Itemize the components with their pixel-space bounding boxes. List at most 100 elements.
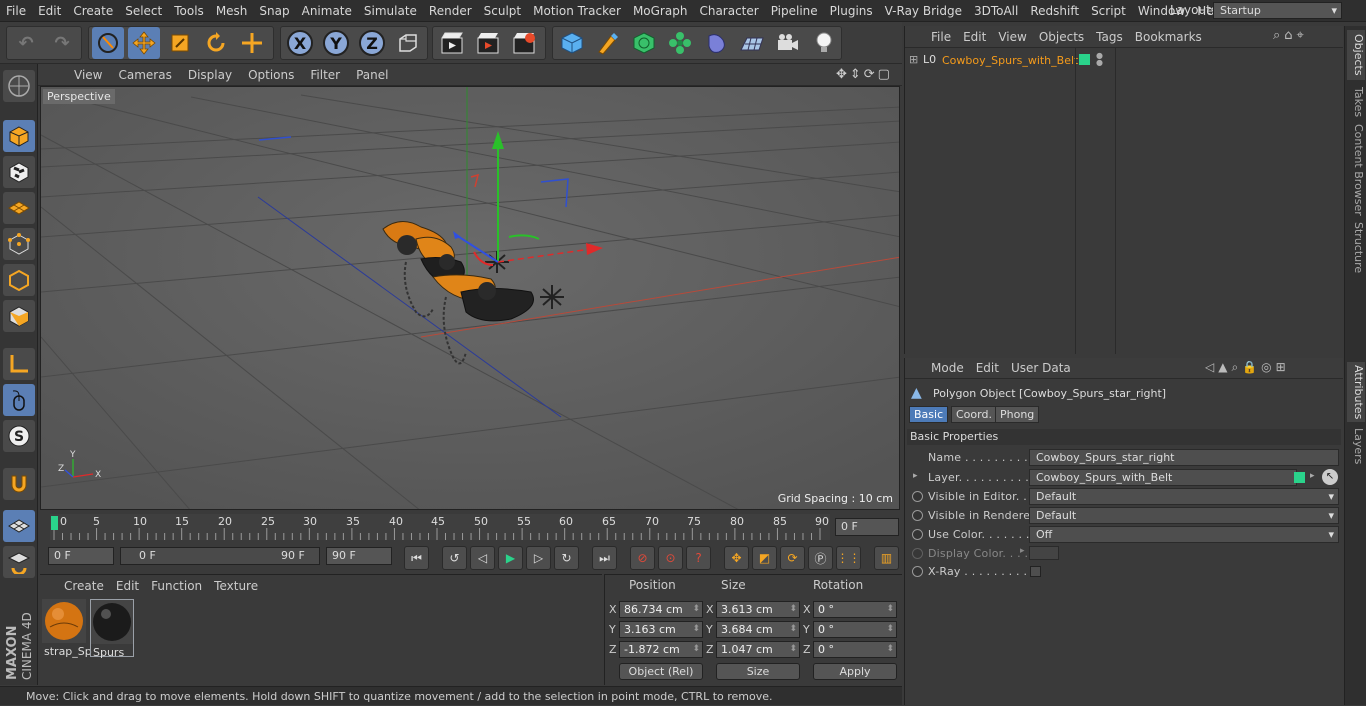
rotate-tool-icon[interactable]	[200, 27, 232, 59]
side-tab-takes[interactable]: Takes	[1347, 84, 1365, 120]
current-frame-field[interactable]: 0 F	[835, 518, 899, 536]
move-tool-icon[interactable]	[128, 27, 160, 59]
timeline-ruler[interactable]: 0 5 10 15 20 25 30 35 40 45 50 55 60 65 …	[40, 512, 902, 542]
axis-z-button[interactable]: Z	[356, 27, 388, 59]
layer-color-icon[interactable]	[1079, 54, 1090, 65]
objects-menu-file[interactable]: File	[925, 30, 957, 44]
layer-expand-icon[interactable]: ▸	[913, 471, 918, 481]
menu-edit[interactable]: Edit	[32, 0, 67, 22]
attributes-nav-icons[interactable]: ◁▲⌕🔒◎⊞	[1205, 360, 1290, 375]
viewport-camera-label[interactable]: Perspective	[43, 89, 115, 104]
camera-icon[interactable]	[772, 27, 804, 59]
cube-icon[interactable]	[556, 27, 588, 59]
menu-mesh[interactable]: Mesh	[210, 0, 254, 22]
rotation-z-field[interactable]: 0 °	[813, 641, 897, 658]
workplane-mode-icon[interactable]	[3, 192, 35, 224]
anim-radio-icon[interactable]	[912, 491, 923, 502]
polygons-mode-icon[interactable]	[3, 300, 35, 332]
previous-frame-icon[interactable]: ◁	[470, 546, 495, 570]
menu-plugins[interactable]: Plugins	[824, 0, 879, 22]
menu-mograph[interactable]: MoGraph	[627, 0, 694, 22]
render-settings-icon[interactable]	[508, 27, 540, 59]
scale-tool-icon[interactable]	[164, 27, 196, 59]
record-keys-icon[interactable]: ⊘	[630, 546, 655, 570]
next-frame-icon[interactable]: ▷	[526, 546, 551, 570]
side-tab-content-browser[interactable]: Content Browser	[1347, 124, 1365, 216]
material-swatch-spurs[interactable]: Spurs	[90, 599, 134, 659]
tab-coord[interactable]: Coord.	[951, 406, 997, 423]
size-y-field[interactable]: 3.684 cm	[716, 621, 800, 638]
play-icon[interactable]: ▶	[498, 546, 523, 570]
make-editable-icon[interactable]	[3, 70, 35, 102]
start-frame-field[interactable]: 0 F	[48, 547, 114, 565]
menu-create[interactable]: Create	[67, 0, 119, 22]
rotation-x-field[interactable]: 0 °	[813, 601, 897, 618]
auto-keying-icon[interactable]: ⊙	[658, 546, 683, 570]
grid-snap-icon[interactable]	[3, 510, 35, 542]
menu-redshift[interactable]: Redshift	[1024, 0, 1085, 22]
snap-magnet-icon[interactable]	[3, 468, 35, 500]
texture-mode-icon[interactable]	[3, 156, 35, 188]
viewport-menu-panel[interactable]: Panel	[348, 68, 396, 82]
tab-basic[interactable]: Basic	[909, 406, 949, 423]
position-x-field[interactable]: 86.734 cm	[619, 601, 703, 618]
use-color-select[interactable]: Off	[1029, 526, 1339, 543]
attributes-menu-mode[interactable]: Mode	[925, 361, 970, 375]
coordinate-mode-select[interactable]: Object (Rel)	[619, 663, 703, 680]
rotation-y-field[interactable]: 0 °	[813, 621, 897, 638]
menu-vray-bridge[interactable]: V-Ray Bridge	[879, 0, 968, 22]
viewport-menu-cameras[interactable]: Cameras	[110, 68, 179, 82]
frame-range-slider[interactable]: 0 F 90 F	[120, 547, 320, 565]
visibility-dots-icon[interactable]: ● ●	[1096, 52, 1103, 67]
material-menu-function[interactable]: Function	[145, 579, 208, 593]
menu-simulate[interactable]: Simulate	[358, 0, 423, 22]
lock-workplane-icon[interactable]	[3, 546, 35, 578]
apply-button[interactable]: Apply	[813, 663, 897, 680]
objects-menu-tags[interactable]: Tags	[1090, 30, 1129, 44]
floor-scene-icon[interactable]	[736, 27, 768, 59]
material-menu-create[interactable]: Create	[58, 579, 110, 593]
menu-character[interactable]: Character	[693, 0, 764, 22]
size-x-field[interactable]: 3.613 cm	[716, 601, 800, 618]
end-frame-field[interactable]: 90 F	[326, 547, 392, 565]
side-tab-layers[interactable]: Layers	[1347, 426, 1365, 466]
edges-mode-icon[interactable]	[3, 264, 35, 296]
solo-mode-icon[interactable]: S	[3, 420, 35, 452]
viewport-menu-filter[interactable]: Filter	[302, 68, 348, 82]
objects-menu-bookmarks[interactable]: Bookmarks	[1129, 30, 1208, 44]
side-tab-objects[interactable]: Objects	[1347, 30, 1365, 80]
menu-animate[interactable]: Animate	[296, 0, 358, 22]
position-z-field[interactable]: -1.872 cm	[619, 641, 703, 658]
tweak-mode-icon[interactable]	[3, 384, 35, 416]
menu-script[interactable]: Script	[1085, 0, 1132, 22]
key-parameter-icon[interactable]: Ⓟ	[808, 546, 833, 570]
menu-snap[interactable]: Snap	[253, 0, 295, 22]
menu-tools[interactable]: Tools	[168, 0, 210, 22]
visible-editor-select[interactable]: Default	[1029, 488, 1339, 505]
object-name[interactable]: Cowboy_Spurs_with_Belt	[942, 54, 1078, 67]
key-position-icon[interactable]: ✥	[724, 546, 749, 570]
subdivision-surface-icon[interactable]	[628, 27, 660, 59]
layer-pick-icon[interactable]: ↖	[1322, 469, 1338, 485]
layout-select[interactable]: Startup	[1213, 2, 1342, 19]
menu-pipeline[interactable]: Pipeline	[765, 0, 824, 22]
transform-tool-icon[interactable]	[236, 27, 268, 59]
side-tab-attributes[interactable]: Attributes	[1347, 362, 1365, 422]
objects-menu-view[interactable]: View	[992, 30, 1032, 44]
deformer-icon[interactable]	[700, 27, 732, 59]
timeline-window-icon[interactable]: ▥	[874, 546, 899, 570]
layer-arrow-icon[interactable]: ▸	[1310, 471, 1315, 481]
xray-checkbox[interactable]	[1030, 566, 1041, 577]
material-swatch-strap[interactable]: strap_Sp	[42, 599, 92, 658]
expand-toggle-icon[interactable]: ⊞	[909, 53, 918, 66]
undo-icon[interactable]: ↶	[10, 27, 42, 59]
anim-radio-icon[interactable]	[912, 566, 923, 577]
visible-renderer-select[interactable]: Default	[1029, 507, 1339, 524]
viewport-menu-display[interactable]: Display	[180, 68, 240, 82]
viewport-menu-view[interactable]: View	[66, 68, 110, 82]
anim-radio-icon[interactable]	[912, 510, 923, 521]
attributes-menu-user-data[interactable]: User Data	[1005, 361, 1077, 375]
menu-3dtoall[interactable]: 3DToAll	[968, 0, 1024, 22]
cloner-icon[interactable]	[664, 27, 696, 59]
attributes-menu-edit[interactable]: Edit	[970, 361, 1005, 375]
